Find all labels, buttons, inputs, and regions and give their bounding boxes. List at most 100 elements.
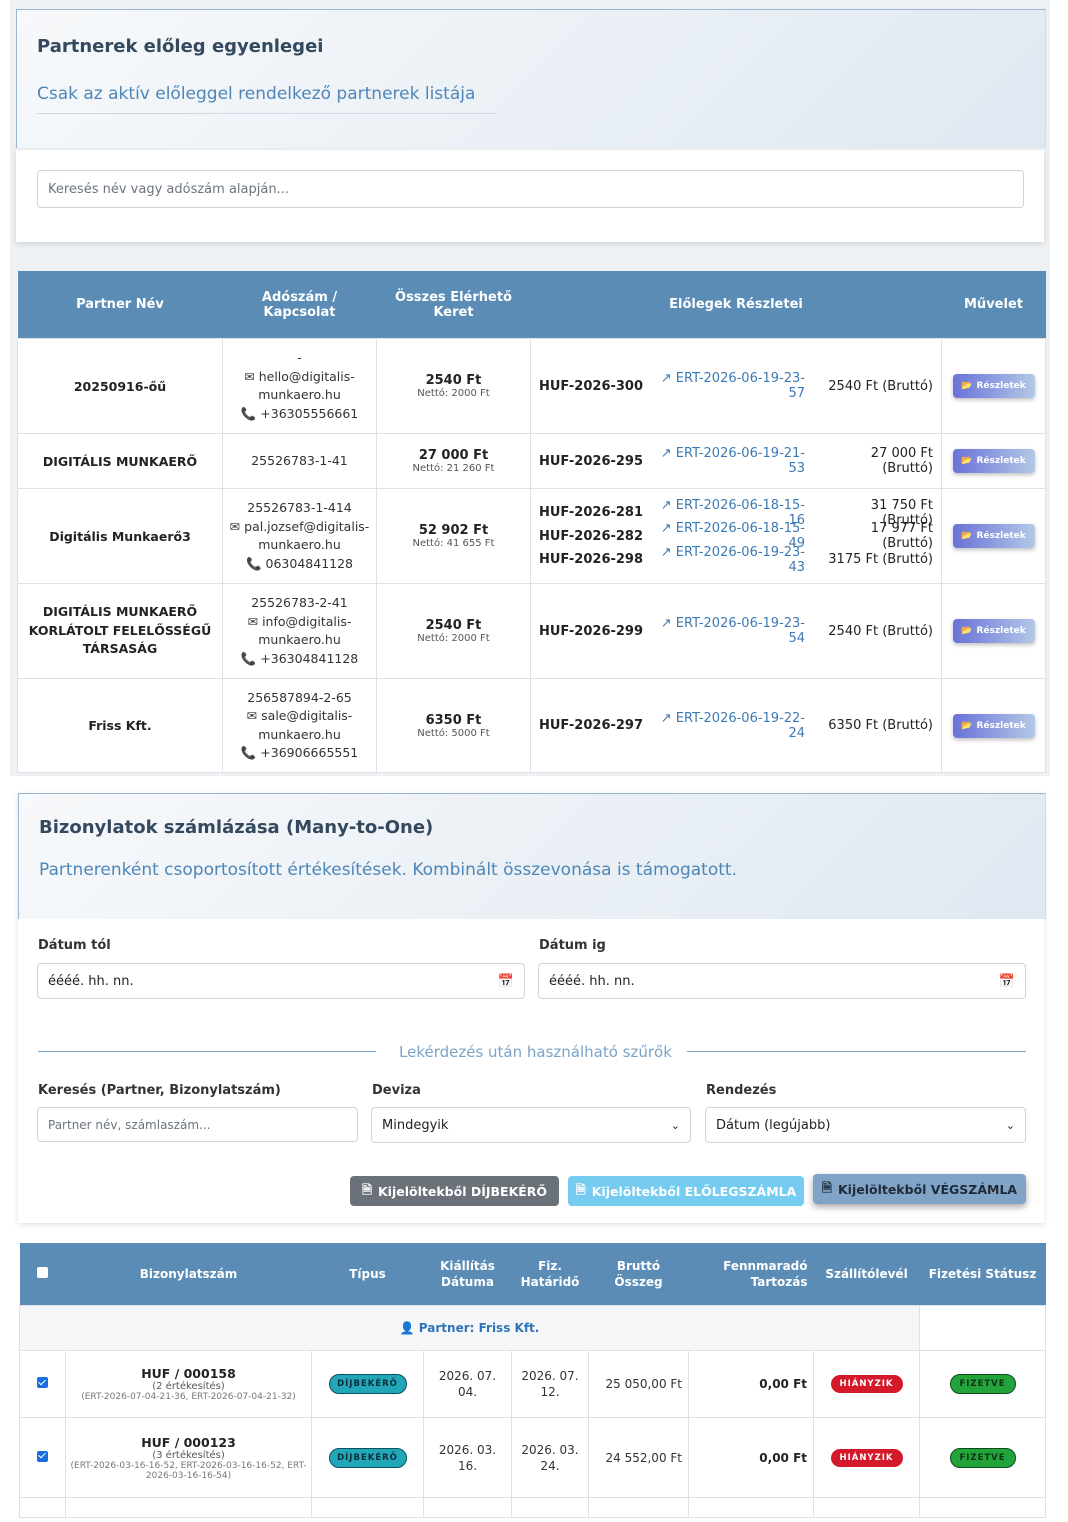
sale-link[interactable]: ↗ ERT-2026-06-19-23-43 bbox=[651, 545, 825, 575]
gross-amount: 3175 Ft (Bruttó) bbox=[828, 552, 933, 567]
create-final-invoice-button[interactable]: 🗎 Kijelöltekből VÉGSZÁMLA bbox=[813, 1174, 1026, 1204]
details-button[interactable]: 📂 Részletek bbox=[952, 524, 1035, 548]
document-search-input[interactable]: Partner név, számlaszám... bbox=[37, 1107, 358, 1142]
filters-divider-right bbox=[687, 1051, 1026, 1052]
advance-detail-row: HUF-2026-295 ↗ ERT-2026-06-19-21-53 27 0… bbox=[539, 446, 933, 476]
row-checkbox[interactable] bbox=[37, 1450, 48, 1462]
sale-link[interactable]: ↗ ERT-2026-06-19-23-57 bbox=[651, 371, 825, 401]
table-row: DIGITÁLIS MUNKAERŐ KORLÁTOLT FELELŐSSÉGŰ… bbox=[17, 583, 1046, 679]
details-button-label: Részletek bbox=[976, 531, 1026, 541]
issue-date-line-2: 16. bbox=[457, 1458, 478, 1473]
partner-name: Digitális Munkaerő3 bbox=[17, 488, 223, 584]
tax-number: 256587894-2-65 bbox=[247, 689, 352, 705]
advance-code: HUF-2026-299 bbox=[539, 623, 644, 639]
action-cell: 📂 Részletek bbox=[941, 488, 1046, 584]
folder-icon: 📂 bbox=[961, 531, 973, 541]
sale-link-text: ERT-2026-06-19-23-43 bbox=[675, 544, 805, 575]
details-button[interactable]: 📂 Részletek bbox=[952, 374, 1035, 398]
calendar-icon[interactable]: 📅 bbox=[999, 974, 1015, 989]
status-badge: FIZETVE bbox=[949, 1374, 1016, 1394]
col-type: Típus bbox=[311, 1243, 424, 1306]
table-row: HUF / 000158 (2 értékesítés) (ERT-2026-0… bbox=[19, 1350, 1046, 1418]
partner-balances-table: Partner Név Adószám / Kapcsolat Összes E… bbox=[17, 271, 1046, 773]
issue-date: 2026. 07. 04. bbox=[423, 1350, 512, 1418]
advance-code: HUF-2026-281 bbox=[539, 505, 644, 520]
email-part-2: munkaero.hu bbox=[258, 537, 341, 552]
phone-icon: 📞 bbox=[240, 745, 257, 760]
partner-group-cell: 👤 Partner: Friss Kft. bbox=[19, 1305, 920, 1351]
sale-link[interactable]: ↗ ERT-2026-06-19-23-54 bbox=[651, 616, 825, 646]
partner-search-input[interactable]: Keresés név vagy adószám alapján... bbox=[37, 170, 1024, 208]
table-header-row: Bizonylatszám Típus Kiállítás Dátuma Fiz… bbox=[19, 1243, 1046, 1306]
calendar-icon[interactable]: 📅 bbox=[498, 974, 514, 989]
type-cell: DÍJBEKÉRŐ bbox=[311, 1417, 424, 1498]
date-from-input[interactable]: éééé. hh. nn. 📅 bbox=[37, 963, 525, 999]
phone-number: +36906665551 bbox=[260, 745, 359, 760]
advance-code: HUF-2026-297 bbox=[539, 718, 644, 733]
advance-detail-row: HUF-2026-298 ↗ ERT-2026-06-19-23-43 3175… bbox=[539, 545, 933, 575]
type-cell: DÍJBEKÉRŐ bbox=[311, 1350, 424, 1418]
date-to-label: Dátum ig bbox=[539, 938, 606, 953]
sale-link-text: ERT-2026-06-19-23-54 bbox=[675, 616, 805, 646]
due-date-line-1: 2026. 07. bbox=[521, 1369, 579, 1383]
date-to-input[interactable]: éééé. hh. nn. 📅 bbox=[538, 963, 1026, 999]
gross-amount: 17 977 Ft (Bruttó) bbox=[870, 521, 933, 551]
external-link-icon: ↗ bbox=[660, 497, 672, 513]
create-dijbekero-button[interactable]: 🗎 Kijelöltekből DÍJBEKÉRŐ bbox=[350, 1176, 559, 1206]
col-remaining-debt: Fennmaradó Tartozás bbox=[688, 1243, 814, 1306]
net-amount: Nettó: 5000 Ft bbox=[417, 727, 490, 739]
phone: 📞 06304841128 bbox=[227, 555, 372, 574]
email: ✉ info@digitalis- bbox=[227, 613, 372, 632]
delivery-badge: HIÁNYZIK bbox=[830, 1375, 903, 1393]
details-button-label: Részletek bbox=[976, 626, 1026, 636]
empty-cell bbox=[19, 1497, 66, 1518]
table-row: Digitális Munkaerő3 25526783-1-414 ✉ pal… bbox=[17, 488, 1046, 584]
issue-date-line-1: 2026. 03. bbox=[438, 1442, 497, 1457]
partner-name: DIGITÁLIS MUNKAERŐ bbox=[17, 433, 223, 489]
phone-icon: 📞 bbox=[240, 650, 257, 666]
col-document-number: Bizonylatszám bbox=[65, 1243, 312, 1306]
create-advance-invoice-button[interactable]: 🗎 Kijelöltekből ELŐLEGSZÁMLA bbox=[568, 1176, 804, 1206]
details-button-label: Részletek bbox=[976, 381, 1026, 391]
row-checkbox[interactable] bbox=[37, 1377, 48, 1388]
advance-details: HUF-2026-299 ↗ ERT-2026-06-19-23-54 2540… bbox=[530, 583, 942, 679]
partner-contact: 25526783-1-414 ✉ pal.jozsef@digitalis- m… bbox=[222, 488, 377, 584]
chevron-down-icon: ⌄ bbox=[670, 1118, 680, 1132]
col-total-available: Összes Elérhető Keret bbox=[376, 271, 531, 339]
select-all-checkbox[interactable] bbox=[37, 1267, 48, 1278]
details-button[interactable]: 📂 Részletek bbox=[952, 713, 1035, 738]
create-advance-invoice-label: Kijelöltekből ELŐLEGSZÁMLA bbox=[591, 1183, 797, 1199]
currency-selected: Mindegyik bbox=[382, 1117, 449, 1133]
email-part-1: hello@digitalis- bbox=[258, 368, 355, 384]
phone-icon: 📞 bbox=[245, 555, 262, 571]
due-date-line-1: 2026. 03. bbox=[521, 1442, 579, 1457]
filters-divider-left bbox=[38, 1051, 376, 1052]
type-badge: DÍJBEKÉRŐ bbox=[328, 1374, 407, 1394]
details-button[interactable]: 📂 Részletek bbox=[952, 449, 1035, 473]
partner-name: Friss Kft. bbox=[17, 678, 223, 773]
col-delivery-note: Szállítólevél bbox=[813, 1243, 920, 1306]
total-amount: 6350 Ft bbox=[425, 712, 482, 728]
sales-refs: (ERT-2026-07-04-21-36, ERT-2026-07-04-21… bbox=[81, 1392, 296, 1402]
email: ✉ sale@digitalis- bbox=[227, 707, 372, 726]
net-amount: Nettó: 2000 Ft bbox=[417, 388, 490, 399]
empty-cell bbox=[919, 1497, 1046, 1518]
due-date: 2026. 03. 24. bbox=[511, 1417, 589, 1498]
advance-details: HUF-2026-295 ↗ ERT-2026-06-19-21-53 27 0… bbox=[530, 433, 942, 489]
sort-select[interactable]: Dátum (legújabb) ⌄ bbox=[705, 1107, 1026, 1143]
details-button[interactable]: 📂 Részletek bbox=[952, 619, 1035, 643]
total-amount: 2540 Ft bbox=[425, 618, 482, 633]
currency-select[interactable]: Mindegyik ⌄ bbox=[371, 1107, 691, 1143]
net-amount: Nettó: 41 655 Ft bbox=[412, 538, 495, 549]
details-button-label: Részletek bbox=[976, 456, 1026, 466]
sale-link[interactable]: ↗ ERT-2026-06-19-21-53 bbox=[651, 446, 825, 476]
document-icon: 🗎 bbox=[821, 1179, 832, 1195]
folder-icon: 📂 bbox=[961, 720, 973, 731]
sale-link[interactable]: ↗ ERT-2026-06-19-22-24 bbox=[651, 711, 825, 741]
due-date: 2026. 07. 12. bbox=[511, 1350, 589, 1418]
date-to-placeholder: éééé. hh. nn. bbox=[549, 973, 635, 989]
tax-number: - bbox=[297, 350, 302, 365]
sales-refs-cont: 2026-03-16-16-54) bbox=[145, 1470, 232, 1481]
phone-icon: 📞 bbox=[240, 405, 257, 421]
action-cell: 📂 Részletek bbox=[941, 678, 1046, 773]
